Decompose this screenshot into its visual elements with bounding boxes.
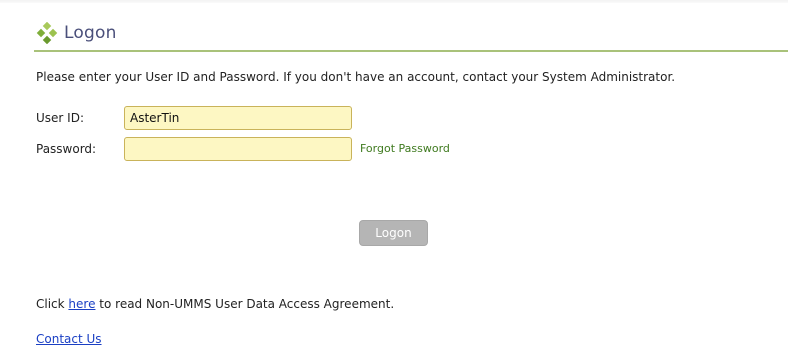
logon-page: Logon Please enter your User ID and Pass… [0,0,788,350]
user-id-row: User ID: [36,106,352,130]
user-id-input[interactable] [124,106,352,130]
agreement-suffix: to read Non-UMMS User Data Access Agreem… [95,297,395,311]
password-row: Password: [36,137,352,161]
diamond-cluster-icon [36,22,58,44]
contact-us-link[interactable]: Contact Us [36,332,102,346]
logon-button[interactable]: Logon [359,220,428,246]
page-title: Logon [64,23,117,43]
instructions-text: Please enter your User ID and Password. … [36,70,676,84]
agreement-prefix: Click [36,297,69,311]
page-header: Logon [36,20,117,46]
forgot-password-link[interactable]: Forgot Password [360,142,450,155]
password-label: Password: [36,142,97,156]
agreement-here-link[interactable]: here [68,297,95,311]
password-input[interactable] [124,137,352,161]
top-divider [0,0,788,3]
user-id-label: User ID: [36,111,84,125]
agreement-text: Click here to read Non-UMMS User Data Ac… [36,297,394,311]
header-divider [34,50,788,52]
